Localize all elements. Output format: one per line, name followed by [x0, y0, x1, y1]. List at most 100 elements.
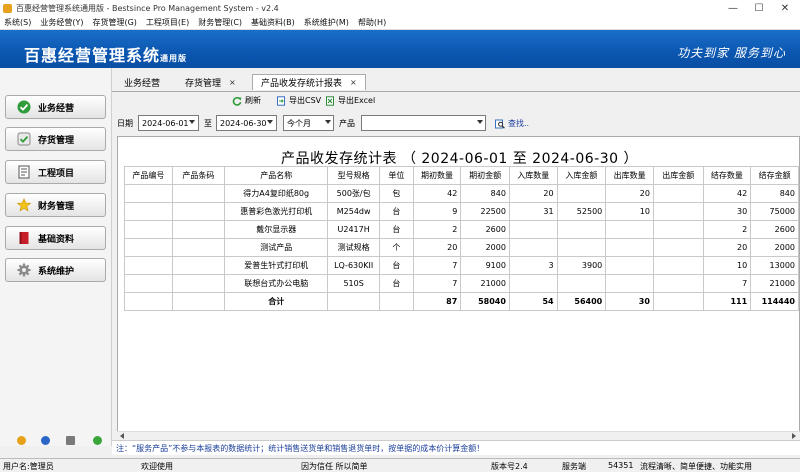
period-select[interactable]: 今个月: [283, 115, 334, 131]
column-header[interactable]: 型号规格: [327, 166, 381, 185]
table-cell: [124, 256, 173, 275]
date-from-picker[interactable]: 2024-06-01: [138, 115, 199, 131]
table-row[interactable]: 联想台式办公电脑 510S 台 7 21000 7 21000: [124, 274, 799, 293]
table-cell: [171, 202, 226, 221]
menu-maintenance[interactable]: 系统维护(M): [304, 17, 349, 28]
column-header[interactable]: 期初数量: [412, 166, 462, 185]
menu-system[interactable]: 系统(S): [4, 17, 31, 28]
tab-business[interactable]: 业务经营: [115, 74, 169, 90]
menu-inventory[interactable]: 存货管理(G): [92, 17, 136, 28]
sidebar-quick-icons: [0, 436, 112, 448]
period-value: 今个月: [287, 118, 311, 128]
table-cell: 500张/包: [327, 184, 381, 203]
total-cell: [171, 292, 226, 311]
chevron-down-icon: [477, 120, 483, 124]
menu-basic-data[interactable]: 基础资料(B): [251, 17, 295, 28]
status-bar: 用户名:管理员 欢迎使用 因为信任 所以简单 版本号2.4 服务端 54351 …: [0, 458, 800, 472]
table-cell: 21000: [460, 274, 510, 293]
table-row[interactable]: 爱普生针式打印机 LQ-630KII 台 7 9100 3 3900 10 13000: [124, 256, 799, 275]
column-header[interactable]: 出库金额: [652, 166, 704, 185]
table-cell: [124, 202, 173, 221]
export-csv-button[interactable]: 导出CSV: [276, 95, 321, 106]
table-cell: 2600: [460, 220, 510, 239]
date-from-value: 2024-06-01: [142, 118, 189, 128]
table-cell: 3: [508, 256, 558, 275]
table-cell: 台: [379, 274, 414, 293]
table-cell: 测试产品: [224, 238, 329, 257]
column-header[interactable]: 产品名称: [224, 166, 329, 185]
menu-business[interactable]: 业务经营(Y): [40, 17, 83, 28]
date-to-picker[interactable]: 2024-06-30: [216, 115, 277, 131]
table-row[interactable]: 测试产品 测试规格个 20 2000 20 2000: [124, 238, 799, 257]
column-header[interactable]: 入库金额: [556, 166, 607, 185]
close-icon[interactable]: ×: [350, 78, 357, 87]
app-name-text: 百惠经营管理系统: [24, 46, 161, 65]
excel-icon: [326, 95, 334, 106]
export-excel-button[interactable]: 导出Excel: [325, 95, 375, 106]
product-select[interactable]: [361, 115, 486, 131]
column-header[interactable]: 结存数量: [702, 166, 752, 185]
chevron-down-icon: [189, 120, 195, 124]
table-cell: [124, 184, 173, 203]
chevron-down-icon: [267, 120, 273, 124]
total-row: 合计 87 58040 54 56400 30 111 114440: [124, 292, 799, 311]
gear-icon: [17, 263, 31, 277]
menu-projects[interactable]: 工程项目(E): [146, 17, 189, 28]
table-cell: 20: [412, 238, 462, 257]
sidebar-item-business[interactable]: 业务经营: [5, 95, 106, 119]
close-window-button[interactable]: ✕: [772, 0, 798, 16]
menu-finance[interactable]: 财务管理(C): [198, 17, 242, 28]
help-icon[interactable]: [41, 436, 50, 445]
table-cell: 得力A4复印纸80g: [224, 184, 329, 203]
table-row[interactable]: 戴尔显示器 U2417H 台 2 2600 2 2600: [124, 220, 799, 239]
column-header[interactable]: 入库数量: [508, 166, 558, 185]
sidebar-item-maintenance[interactable]: 系统维护: [5, 258, 106, 282]
column-header[interactable]: 产品编号: [124, 166, 173, 185]
exit-icon[interactable]: [93, 436, 102, 445]
table-cell: 510S: [327, 274, 381, 293]
export-csv-label: 导出CSV: [289, 96, 322, 105]
table-cell: 7: [412, 256, 462, 275]
column-header[interactable]: 出库数量: [605, 166, 654, 185]
close-icon[interactable]: ×: [229, 78, 236, 87]
table-cell: 惠普彩色激光打印机: [224, 202, 329, 221]
sidebar-item-finance[interactable]: 财务管理: [5, 193, 106, 217]
search-button[interactable]: 查找..: [495, 118, 529, 129]
scroll-right-icon[interactable]: [792, 433, 796, 439]
refresh-button[interactable]: 刷新: [232, 95, 261, 106]
table-cell: [605, 220, 654, 239]
maximize-button[interactable]: ☐: [746, 0, 772, 16]
scroll-left-icon[interactable]: [120, 433, 124, 439]
minimize-button[interactable]: —: [720, 0, 746, 16]
horizontal-scrollbar[interactable]: [117, 431, 800, 440]
column-header[interactable]: 产品条码: [171, 166, 226, 185]
slogan: 功夫到家 服务到心: [677, 46, 786, 60]
column-header[interactable]: 单位: [379, 166, 414, 185]
calculator-icon[interactable]: [66, 436, 75, 445]
table-cell: 20: [605, 184, 654, 203]
lock-icon[interactable]: [17, 436, 26, 445]
table-cell: 31: [508, 202, 558, 221]
total-cell: 合计: [224, 292, 329, 311]
table-row[interactable]: 惠普彩色激光打印机 M254dw 台 9 22500 31 52500 10 30 75000: [124, 202, 799, 221]
table-row[interactable]: 得力A4复印纸80g 500张/包包 42 840 20 20 42 840: [124, 184, 799, 203]
status-welcome: 欢迎使用: [141, 462, 173, 471]
column-header[interactable]: 期初金额: [460, 166, 510, 185]
total-cell: 58040: [460, 292, 510, 311]
menu-help[interactable]: 帮助(H): [358, 17, 386, 28]
table-cell: 42: [702, 184, 752, 203]
date-label: 日期: [117, 119, 133, 128]
table-cell: 2000: [460, 238, 510, 257]
table-header: 产品编号 产品条码 产品名称 型号规格 单位 期初数量 期初金额 入库数量 入库金额 出库数量 出库…: [124, 166, 799, 185]
total-cell: [379, 292, 414, 311]
table-cell: [171, 256, 226, 275]
tab-stock-report[interactable]: 产品收发存统计报表 ×: [252, 74, 366, 90]
sidebar-item-projects[interactable]: 工程项目: [5, 160, 106, 184]
table-cell: 2000: [750, 238, 799, 257]
tab-inventory[interactable]: 存货管理 ×: [176, 74, 245, 90]
sidebar-item-inventory[interactable]: 存货管理: [5, 127, 106, 151]
column-header[interactable]: 结存金额: [750, 166, 799, 185]
table-cell: [171, 238, 226, 257]
sidebar-item-basic-data[interactable]: 基础资料: [5, 226, 106, 250]
table-cell: 9100: [460, 256, 510, 275]
